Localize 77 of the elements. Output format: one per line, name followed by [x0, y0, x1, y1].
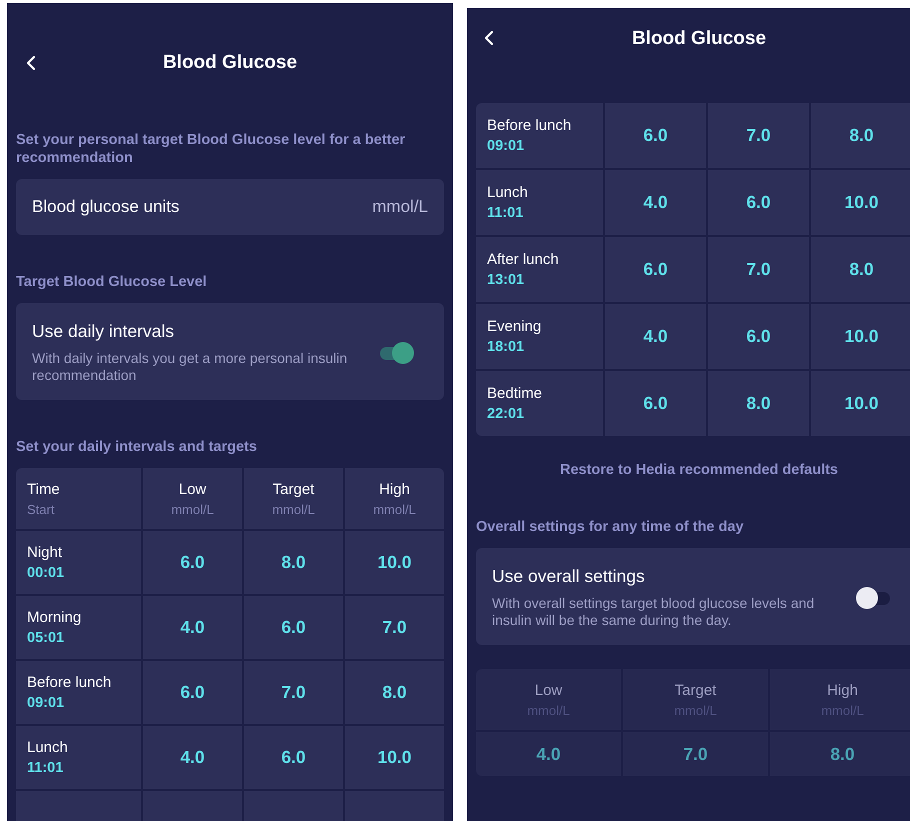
interval-start-time: 09:01: [487, 138, 526, 154]
section-heading: Set your daily intervals and targets: [16, 438, 258, 456]
interval-start-time: 09:01: [27, 695, 66, 711]
target-value-cell[interactable]: 7.0: [708, 103, 809, 168]
interval-start-time: 13:01: [487, 272, 526, 288]
target-value-cell[interactable]: 4.0: [605, 170, 706, 235]
column-unit: mmol/L: [272, 502, 315, 516]
toggle-title: Use daily intervals: [32, 321, 175, 342]
toggle-switch[interactable]: [378, 342, 414, 364]
target-value-cell[interactable]: 6.0: [143, 531, 242, 594]
column-label: Time: [27, 480, 60, 498]
target-value-cell[interactable]: 6.0: [244, 726, 343, 789]
overall-value-cell: 4.0: [476, 732, 621, 776]
target-value-cell[interactable]: 6.0: [708, 170, 809, 235]
column-label: Target: [674, 682, 716, 698]
interval-name: Night: [27, 544, 64, 561]
target-value-cell[interactable]: 10.0: [811, 304, 910, 369]
target-value-cell[interactable]: 6.0: [605, 103, 706, 168]
units-setting-row[interactable]: Blood glucose units mmol/L: [16, 179, 444, 235]
section-heading: Set your personal target Blood Glucose level for a better recommendation: [16, 131, 406, 167]
toggle-description: With daily intervals you get a more personal insulin recommendation: [32, 350, 348, 384]
target-value-cell[interactable]: 7.0: [708, 237, 809, 302]
target-value-cell[interactable]: 8.0: [708, 371, 809, 436]
target-value-cell[interactable]: 8.0: [811, 237, 910, 302]
setting-label: Blood glucose units: [32, 197, 180, 217]
screen-title: Blood Glucose: [632, 28, 766, 50]
interval-start-time: 11:01: [487, 205, 524, 221]
target-value-cell[interactable]: 8.0: [244, 531, 343, 594]
target-value-cell[interactable]: 10.0: [345, 726, 444, 789]
section-heading: Target Blood Glucose Level: [16, 273, 208, 291]
interval-start-time: 05:01: [27, 630, 66, 646]
back-icon[interactable]: [26, 55, 36, 71]
target-value-cell[interactable]: 6.0: [244, 596, 343, 659]
target-value-cell[interactable]: 6.0: [605, 237, 706, 302]
target-value-cell[interactable]: 10.0: [811, 170, 910, 235]
column-unit: mmol/L: [373, 502, 416, 516]
interval-name: Lunch: [487, 184, 529, 201]
toggle-description: With overall settings target blood glucose levels and insulin will be the same during the day.: [492, 595, 816, 629]
interval-name: Morning: [27, 609, 82, 626]
column-label: High: [827, 682, 858, 698]
target-value-cell[interactable]: 10.0: [811, 371, 910, 436]
interval-start-time: 11:01: [27, 760, 64, 776]
column-label: Target: [272, 480, 314, 498]
target-value-cell[interactable]: 8.0: [345, 661, 444, 724]
target-value-cell[interactable]: 4.0: [143, 726, 242, 789]
screen-title: Blood Glucose: [162, 52, 298, 74]
interval-name: Evening: [487, 318, 542, 335]
interval-start-time: 22:01: [487, 406, 526, 422]
interval-start-time: 00:01: [27, 565, 66, 581]
column-label: Low: [534, 682, 562, 698]
target-value-cell[interactable]: 6.0: [708, 304, 809, 369]
restore-defaults-link[interactable]: Restore to Hedia recommended defaults: [560, 462, 838, 478]
column-label: High: [379, 480, 410, 498]
column-unit: Start: [27, 502, 54, 516]
interval-name: Before lunch: [27, 674, 112, 691]
toggle-title: Use overall settings: [492, 566, 646, 587]
interval-start-time: 18:01: [487, 339, 526, 355]
interval-name: After lunch: [487, 251, 560, 268]
column-label: Low: [178, 480, 206, 498]
setting-value: mmol/L: [372, 197, 428, 217]
target-value-cell[interactable]: 7.0: [244, 661, 343, 724]
target-value-cell[interactable]: 6.0: [143, 661, 242, 724]
interval-name: Before lunch: [487, 117, 572, 134]
target-value-cell[interactable]: 10.0: [345, 531, 444, 594]
target-value-cell[interactable]: 8.0: [811, 103, 910, 168]
overall-value-cell: 8.0: [770, 732, 910, 776]
toggle-switch[interactable]: [856, 586, 892, 608]
back-icon[interactable]: [484, 30, 494, 46]
target-value-cell[interactable]: 4.0: [143, 596, 242, 659]
column-unit: mmol/L: [171, 502, 214, 516]
overall-value-cell: 7.0: [623, 732, 768, 776]
section-heading: Overall settings for any time of the day: [476, 518, 745, 536]
interval-name: Lunch: [27, 739, 69, 756]
interval-name: Bedtime: [487, 385, 544, 402]
target-value-cell[interactable]: 6.0: [605, 371, 706, 436]
target-value-cell[interactable]: 4.0: [605, 304, 706, 369]
target-value-cell[interactable]: 7.0: [345, 596, 444, 659]
